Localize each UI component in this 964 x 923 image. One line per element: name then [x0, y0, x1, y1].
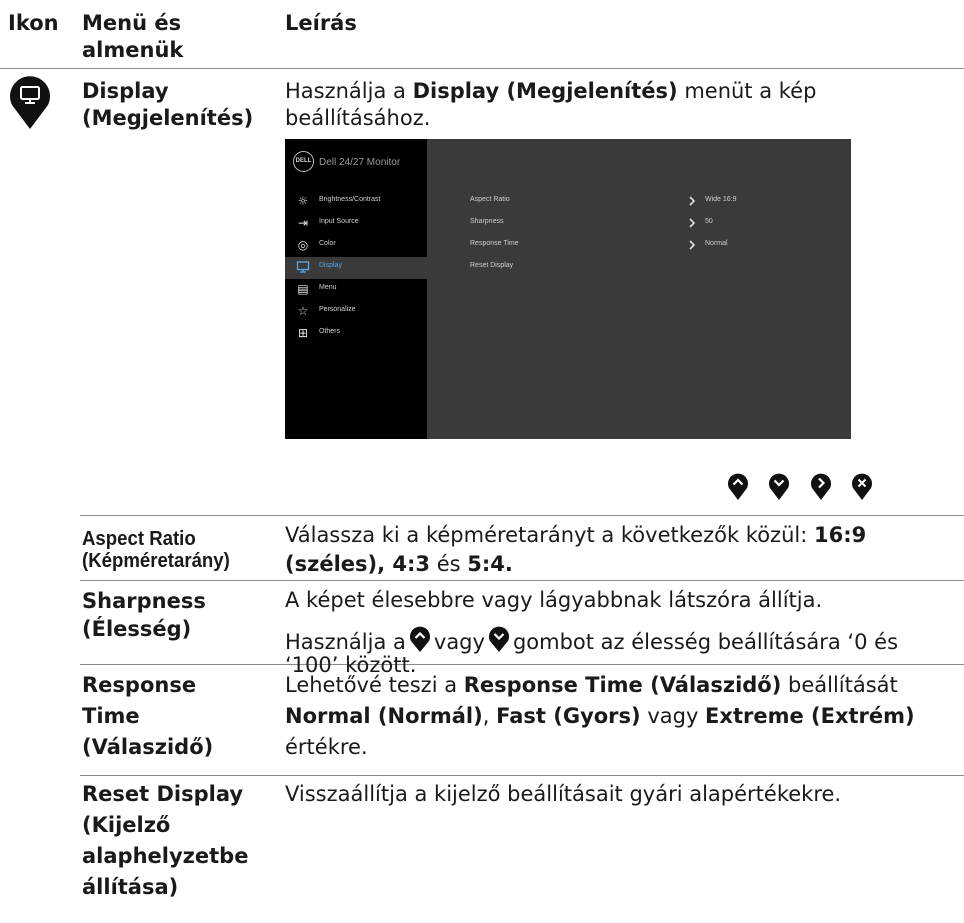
- response-time-name-line1: Response: [82, 673, 197, 697]
- display-name-line1: Display: [82, 79, 169, 103]
- response-time-desc-line3: értékre.: [285, 735, 368, 759]
- osd-menu-label: Brightness/Contrast: [319, 196, 381, 203]
- osd-menu-input-source[interactable]: ⇥ Input Source: [285, 213, 427, 235]
- col-header-description: Leírás: [285, 11, 357, 35]
- osd-option-aspect-ratio[interactable]: Aspect Ratio: [470, 196, 510, 203]
- brightness-icon: ☼: [297, 194, 309, 208]
- row-divider: [80, 775, 964, 776]
- reset-display-name-line1: Reset Display: [82, 782, 244, 806]
- color-palette-icon: ◎: [297, 238, 309, 252]
- osd-menu-personalize[interactable]: ☆ Personalize: [285, 301, 427, 323]
- input-source-icon: ⇥: [297, 216, 309, 230]
- reset-display-name-line2: (Kijelző: [82, 813, 171, 837]
- osd-menu-label: Others: [319, 328, 341, 335]
- reset-display-name-line4: állítása): [82, 875, 179, 899]
- osd-sidebar: DELL Dell 24/27 Monitor ☼ Brightness/Con…: [285, 139, 427, 439]
- osd-menu-label: Menu: [319, 284, 337, 291]
- row-divider: [80, 515, 964, 516]
- close-button-icon[interactable]: [851, 471, 873, 501]
- star-icon: ☆: [297, 304, 309, 318]
- chevron-right-icon: [689, 196, 696, 206]
- osd-menu-brightness[interactable]: ☼ Brightness/Contrast: [285, 191, 427, 213]
- osd-value-response-time: Normal: [705, 240, 728, 247]
- osd-menu-display[interactable]: Display: [285, 257, 427, 279]
- display-pin-icon: [9, 76, 50, 129]
- aspect-ratio-desc-line2: (széles), 4:3 és 5:4.: [285, 552, 513, 576]
- osd-value-aspect-ratio: Wide 16:9: [705, 196, 737, 203]
- sharpness-desc-line1: A képet élesebbre vagy lágyabbnak látszó…: [285, 588, 823, 612]
- osd-menu-label: Color: [319, 240, 336, 247]
- aspect-ratio-desc-line1: Válassza ki a képméretarányt a következő…: [285, 523, 867, 547]
- sharpness-name-line1: Sharpness: [82, 589, 206, 613]
- down-button-icon: [488, 626, 509, 652]
- display-name-line2: (Megjelenítés): [82, 106, 254, 130]
- reset-display-name-line3: alaphelyzetbe: [82, 844, 249, 868]
- osd-menu-menu[interactable]: ▤ Menu: [285, 279, 427, 301]
- monitor-icon: [296, 260, 310, 274]
- osd-menu-label: Display: [319, 262, 342, 269]
- aspect-ratio-name-line1: Aspect Ratio: [82, 528, 196, 550]
- response-time-desc-line1: Lehetővé teszi a Response Time (Válaszid…: [285, 673, 898, 697]
- chevron-right-icon: [689, 218, 696, 228]
- dell-logo: DELL: [293, 151, 314, 172]
- osd-option-reset-display[interactable]: Reset Display: [470, 262, 513, 269]
- others-icon: ⊞: [297, 326, 309, 340]
- osd-option-sharpness[interactable]: Sharpness: [470, 218, 503, 225]
- response-time-name-line3: (Válaszidő): [82, 735, 214, 759]
- row-divider: [80, 580, 964, 581]
- up-button-icon[interactable]: [727, 471, 749, 501]
- aspect-ratio-name-line2: (Képméretarány): [82, 550, 230, 572]
- osd-menu-others[interactable]: ⊞ Others: [285, 323, 427, 345]
- display-description-line1: Használja a Display (Megjelenítés) menüt…: [285, 79, 817, 103]
- col-header-menu-line1: Menü és: [82, 11, 182, 35]
- osd-screenshot: DELL Dell 24/27 Monitor ☼ Brightness/Con…: [285, 139, 851, 439]
- header-divider: [0, 68, 964, 69]
- osd-menu-color[interactable]: ◎ Color: [285, 235, 427, 257]
- osd-menu-label: Personalize: [319, 306, 356, 313]
- row-divider: [80, 664, 964, 665]
- osd-option-response-time[interactable]: Response Time: [470, 240, 519, 247]
- chevron-right-icon: [689, 240, 696, 250]
- display-description-line2: beállításához.: [285, 106, 431, 130]
- response-time-desc-line2: Normal (Normál), Fast (Gyors) vagy Extre…: [285, 704, 915, 728]
- osd-value-sharpness: 50: [705, 218, 713, 225]
- up-button-icon: [409, 626, 430, 652]
- menu-icon: ▤: [297, 282, 309, 296]
- osd-title: Dell 24/27 Monitor: [319, 157, 401, 168]
- osd-menu-label: Input Source: [319, 218, 359, 225]
- col-header-menu-line2: almenük: [82, 38, 184, 62]
- reset-display-desc-line1: Visszaállítja a kijelző beállításait gyá…: [285, 782, 842, 806]
- response-time-name-line2: Time: [82, 704, 140, 728]
- right-button-icon[interactable]: [810, 471, 832, 501]
- sharpness-name-line2: (Élesség): [82, 617, 192, 641]
- down-button-icon[interactable]: [768, 471, 790, 501]
- col-header-icon: Ikon: [8, 11, 59, 35]
